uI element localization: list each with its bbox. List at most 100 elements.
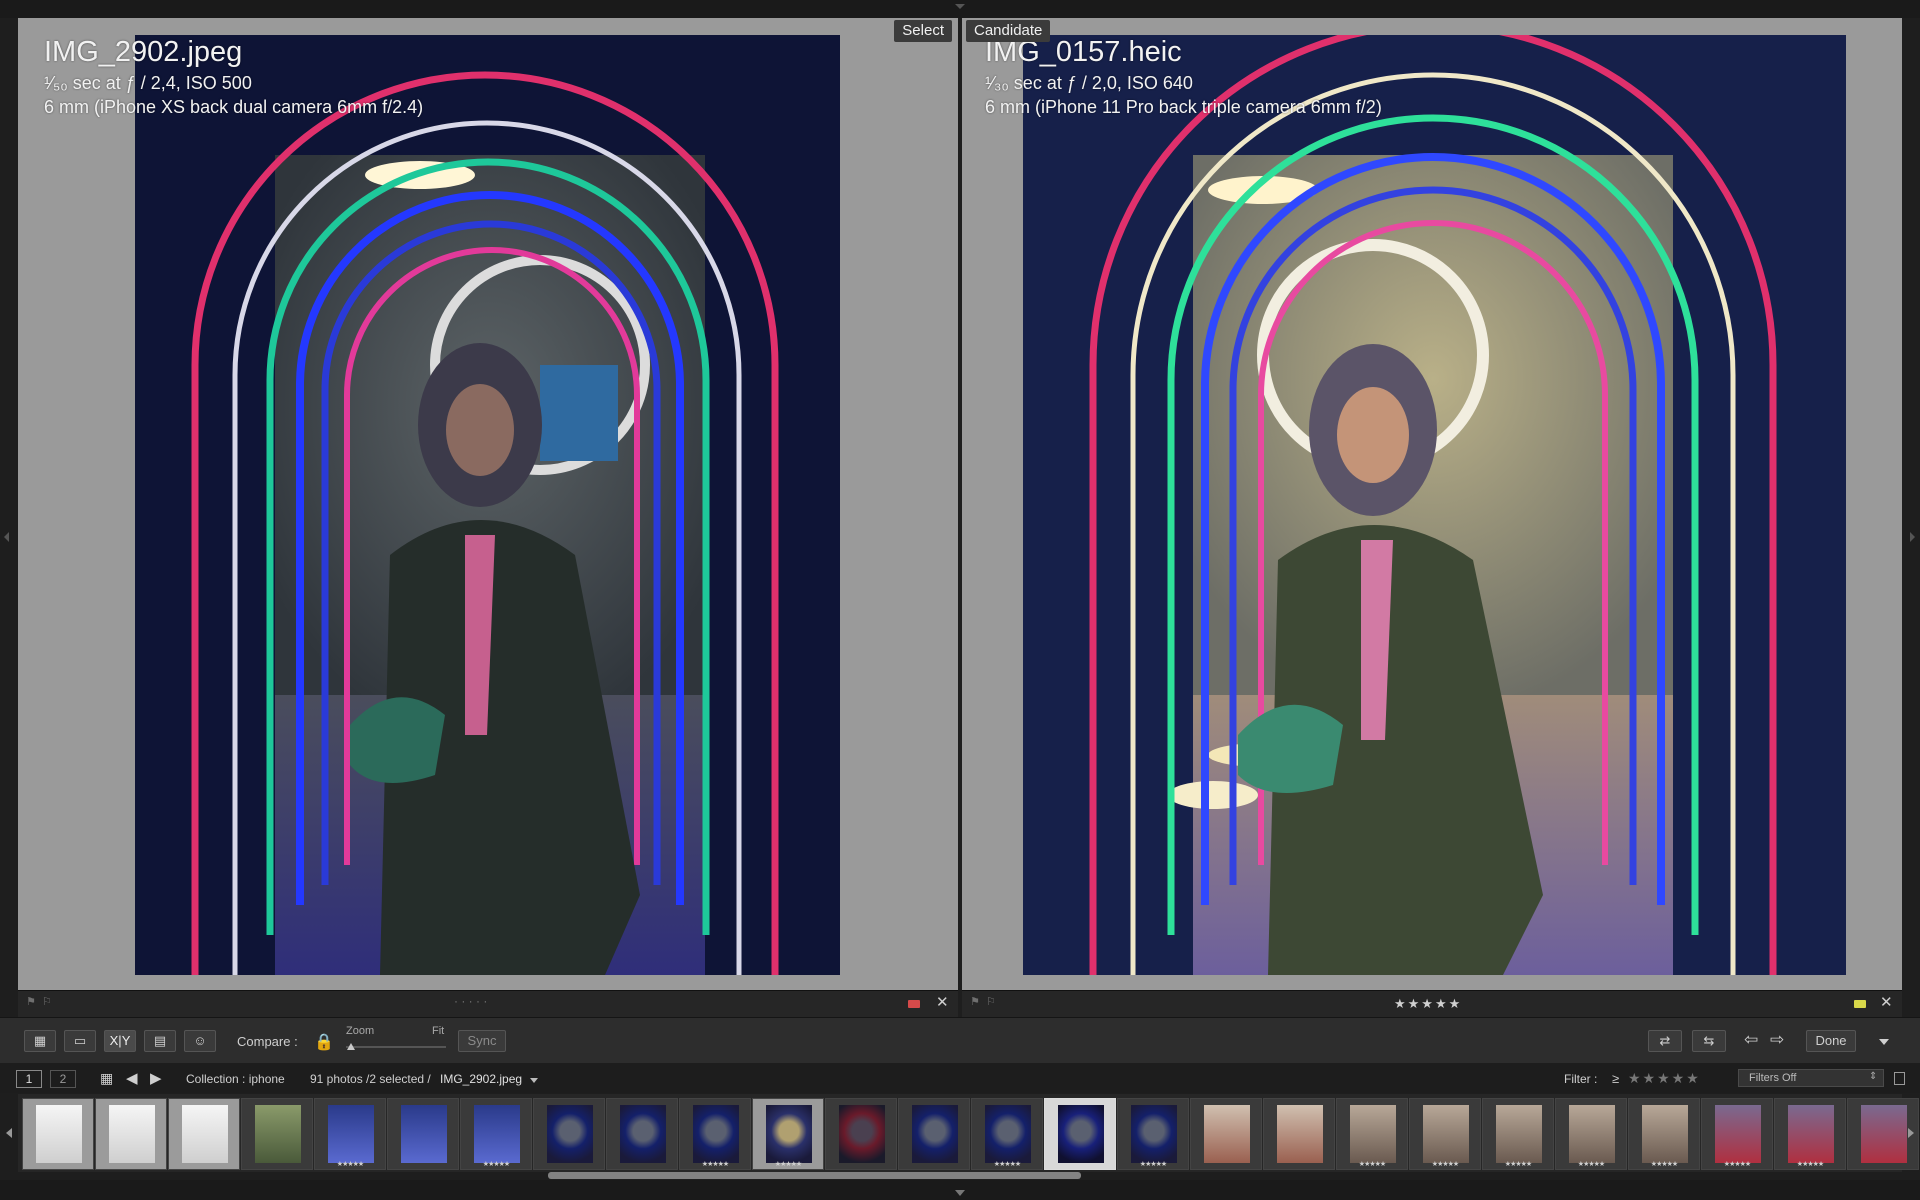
filmstrip-thumbnail[interactable] [825,1098,897,1170]
loupe-view-button[interactable]: ▭ [64,1030,96,1052]
filmstrip[interactable]: ★★★★★ ★★★★★ ★★★★★ ★★★★★ ★★★★★ ★★★★★ ★★★★★ ★★★★★… [18,1094,1919,1172]
done-button[interactable]: Done [1806,1030,1856,1052]
filmstrip-thumbnail[interactable]: ★★★★★ [1701,1098,1773,1170]
collection-label[interactable]: Collection : iphone [186,1072,285,1086]
thumbnail-image [1350,1105,1396,1163]
filmstrip-thumbnail[interactable]: ★★★★★ [314,1098,386,1170]
filmstrip-thumbnail[interactable]: ★★★★★ [1555,1098,1627,1170]
filmstrip-thumbnail[interactable]: ★★★★★ [1628,1098,1700,1170]
filmstrip-right-arrow-icon[interactable] [1908,1128,1914,1138]
select-photo[interactable] [135,35,840,975]
bottom-panel-toggle-icon[interactable] [955,1190,965,1196]
flag-reject-icon[interactable]: ⚐ [986,997,997,1008]
select-info-bar: ⚑ ⚐ · · · · · ✕ [18,990,958,1017]
select-close-icon[interactable]: ✕ [936,995,949,1010]
select-color-label[interactable] [908,1000,920,1008]
survey-icon: ▤ [153,1033,167,1048]
window-2-button[interactable]: 2 [50,1070,76,1088]
select-pane[interactable]: IMG_2902.jpeg ¹⁄₅₀ sec at ƒ / 2,4, ISO 5… [18,18,958,990]
filmstrip-thumbnail[interactable]: ★★★★★ [1336,1098,1408,1170]
window-1-button[interactable]: 1 [16,1070,42,1088]
previous-arrow-icon[interactable]: ⇦ [1744,1030,1758,1050]
filmstrip-left-arrow-icon[interactable] [6,1128,12,1138]
filmstrip-thumbnail[interactable]: ★★★★★ [971,1098,1043,1170]
filmstrip-thumbnail[interactable] [1263,1098,1335,1170]
filmstrip-thumbnail[interactable] [95,1098,167,1170]
thumbnail-rating: ★★★★★ [1504,1161,1532,1168]
thumbnail-image [1131,1105,1177,1163]
thumbnail-image [1861,1105,1907,1163]
candidate-photo[interactable] [1023,35,1846,975]
select-photo-image [135,35,840,975]
toolbar-menu-chevron-icon[interactable] [1879,1039,1889,1045]
photo-count: 91 photos /2 selected / [310,1072,431,1086]
candidate-photo-image [1023,35,1846,975]
top-panel-toggle-icon[interactable] [955,4,965,9]
filmstrip-thumbnail[interactable] [1190,1098,1262,1170]
filmstrip-thumbnail[interactable] [606,1098,678,1170]
filter-rating-stars[interactable]: ★★★★★ [1628,1070,1701,1087]
filename-chevron-icon[interactable] [530,1078,538,1083]
people-view-button[interactable]: ☺ [184,1030,216,1052]
filmstrip-scrollbar[interactable] [548,1172,1081,1179]
filmstrip-thumbnail[interactable]: ★★★★★ [1409,1098,1481,1170]
candidate-info-bar: ⚑ ⚐ ★★★★★ ✕ [962,990,1902,1017]
flag-pick-icon[interactable]: ⚑ [970,997,981,1008]
filter-preset-select[interactable]: Filters Off ⇕ [1738,1069,1884,1087]
make-select-button[interactable]: ⇆ [1692,1030,1726,1052]
filmstrip-thumbnail[interactable] [533,1098,605,1170]
lock-icon[interactable]: 🔒 [314,1032,334,1052]
swap-button[interactable]: ⇄ [1648,1030,1682,1052]
filmstrip-thumbnail[interactable] [241,1098,313,1170]
filmstrip-thumbnail[interactable] [22,1098,94,1170]
survey-view-button[interactable]: ▤ [144,1030,176,1052]
candidate-pane[interactable]: IMG_0157.heic ¹⁄₃₀ sec at ƒ / 2,0, ISO 6… [962,18,1902,990]
filmstrip-thumbnail[interactable] [1044,1098,1116,1170]
candidate-close-icon[interactable]: ✕ [1880,995,1893,1010]
flag-pick-icon[interactable]: ⚑ [26,997,37,1008]
select-rating-dots[interactable]: · · · · · [454,994,487,1008]
select-stepper-icon: ⇕ [1869,1071,1878,1082]
filter-operator[interactable]: ≥ [1612,1071,1619,1086]
thumbnail-rating: ★★★★★ [1650,1161,1678,1168]
sync-button[interactable]: Sync [458,1030,506,1052]
grid-view-button[interactable]: ▦ [24,1030,56,1052]
filmstrip-thumbnail[interactable] [387,1098,459,1170]
candidate-color-label[interactable] [1854,1000,1866,1008]
left-panel-toggle-icon[interactable] [4,532,9,542]
flag-reject-icon[interactable]: ⚐ [42,997,53,1008]
grid-icon[interactable]: ▦ [100,1070,113,1087]
thumbnail-rating: ★★★★★ [1796,1161,1824,1168]
loupe-icon: ▭ [73,1033,87,1048]
filmstrip-thumbnail[interactable]: ★★★★★ [1482,1098,1554,1170]
candidate-rating-stars[interactable]: ★★★★★ [1394,996,1462,1012]
thumbnail-rating: ★★★★★ [1723,1161,1751,1168]
thumbnail-image [328,1105,374,1163]
filmstrip-thumbnail[interactable] [898,1098,970,1170]
current-filename[interactable]: IMG_2902.jpeg [440,1072,522,1086]
filmstrip-thumbnail[interactable]: ★★★★★ [679,1098,751,1170]
filmstrip-thumbnail[interactable]: ★★★★★ [460,1098,532,1170]
next-arrow-icon[interactable]: ⇨ [1770,1030,1784,1050]
thumbnail-rating: ★★★★★ [336,1161,364,1168]
filmstrip-thumbnail[interactable]: ★★★★★ [1774,1098,1846,1170]
zoom-slider-track[interactable] [346,1046,446,1048]
thumbnail-image [1423,1105,1469,1163]
zoom-slider-handle[interactable] [347,1043,355,1050]
filmstrip-thumbnail[interactable] [168,1098,240,1170]
right-panel-toggle-icon[interactable] [1910,532,1915,542]
thumbnail-image [766,1105,812,1163]
thumbnail-rating: ★★★★★ [482,1161,510,1168]
face-icon: ☺ [193,1033,207,1048]
select-lens: 6 mm (iPhone XS back dual camera 6mm f/2… [44,97,424,117]
compare-view-button[interactable]: X|Y [104,1030,136,1052]
forward-arrow-icon[interactable]: ▶ [150,1069,162,1087]
filter-lock-icon[interactable] [1894,1072,1905,1085]
thumbnail-image [1788,1105,1834,1163]
thumbnail-image [547,1105,593,1163]
grid-icon: ▦ [33,1033,47,1048]
back-arrow-icon[interactable]: ◀ [126,1069,138,1087]
filmstrip-thumbnail[interactable]: ★★★★★ [752,1098,824,1170]
select-photo-info: IMG_2902.jpeg ¹⁄₅₀ sec at ƒ / 2,4, ISO 5… [44,38,423,122]
filmstrip-thumbnail[interactable]: ★★★★★ [1117,1098,1189,1170]
